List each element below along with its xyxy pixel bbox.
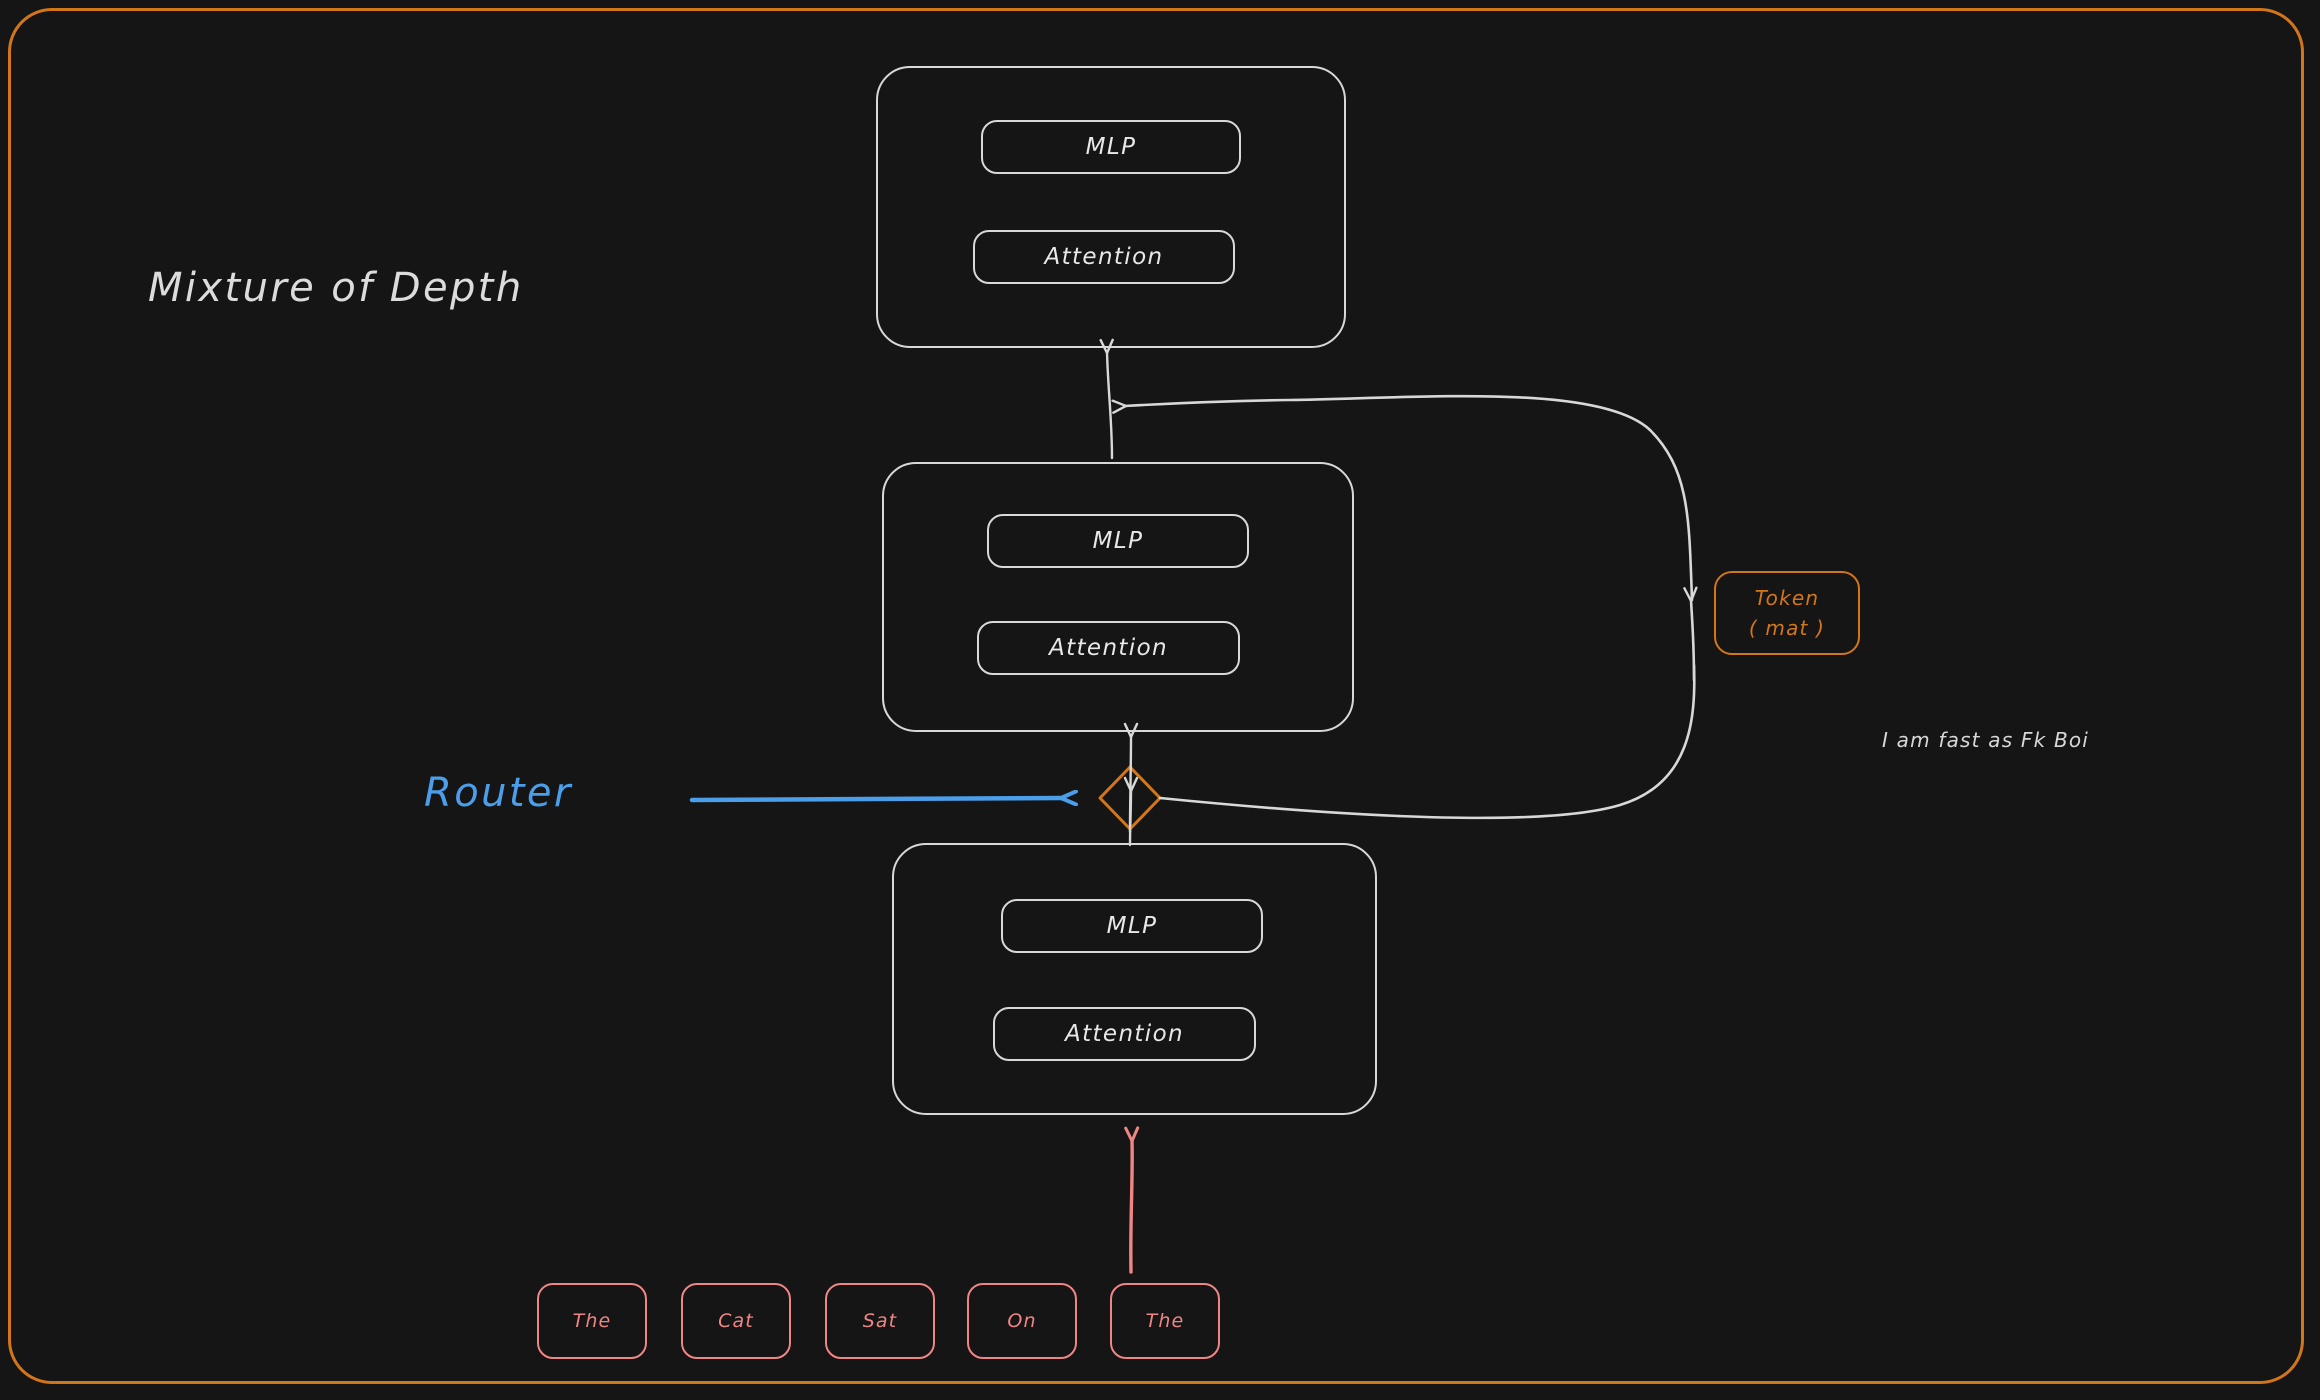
block-middle-attention-module[interactable]: Attention [977, 621, 1240, 675]
block-top-attention-module[interactable]: Attention [973, 230, 1235, 284]
edge-router-label-arrow [689, 798, 1062, 800]
input-token-on[interactable]: On [967, 1283, 1077, 1359]
edge-block-middle-to-block-top [1107, 352, 1112, 460]
router-label: Router [424, 770, 573, 816]
input-token-sat[interactable]: Sat [825, 1283, 935, 1359]
token-node-line1: Token [1754, 586, 1820, 610]
token-mat-node[interactable]: Token ( mat ) [1714, 571, 1860, 655]
edge-router-to-block-middle [1130, 736, 1131, 834]
transformer-block-middle[interactable] [882, 462, 1354, 732]
block-middle-mlp-module[interactable]: MLP [987, 514, 1249, 568]
transformer-block-bottom[interactable] [892, 843, 1377, 1115]
input-token-the-1[interactable]: The [537, 1283, 647, 1359]
page-title: Mixture of Depth [148, 265, 524, 311]
block-bottom-mlp-module[interactable]: MLP [1001, 899, 1263, 953]
token-node-line2: ( mat ) [1748, 616, 1826, 640]
block-top-mlp-module[interactable]: MLP [981, 120, 1241, 174]
input-token-cat[interactable]: Cat [681, 1283, 791, 1359]
speed-note: I am fast as Fk Boi [1882, 728, 2090, 752]
edge-tokens-to-block-bottom [1131, 1140, 1132, 1274]
input-token-the-2[interactable]: The [1110, 1283, 1220, 1359]
block-bottom-attention-module[interactable]: Attention [993, 1007, 1256, 1061]
transformer-block-top[interactable] [876, 66, 1346, 348]
diagram-canvas: Mixture of Depth Router I am fast as Fk … [0, 0, 2320, 1400]
